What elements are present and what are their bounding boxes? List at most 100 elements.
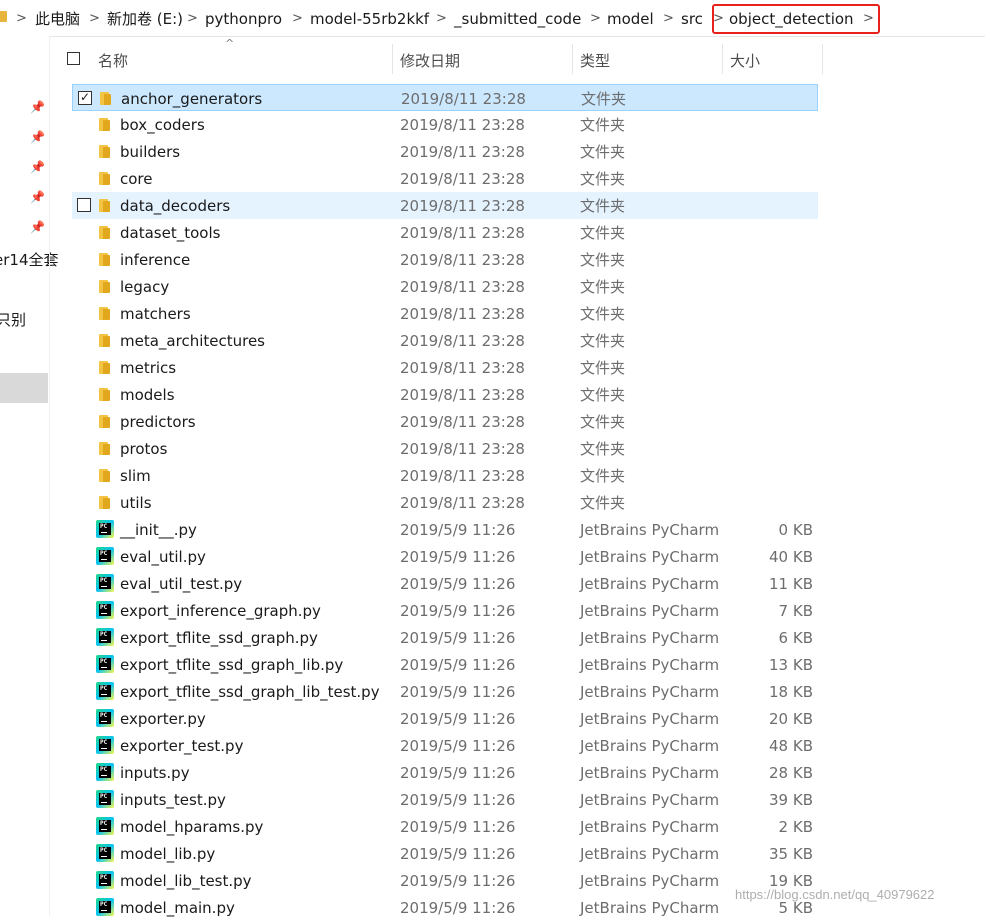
file-row[interactable]: PC __init__.py 2019/5/9 11:26 JetBrains PyC… (72, 516, 818, 543)
column-header-bar: ^ 名称 修改日期 类型 大小 (50, 36, 985, 82)
file-modified-date: 2019/8/11 23:28 (400, 224, 525, 242)
pin-icon[interactable]: 📌 (30, 130, 45, 144)
address-bar[interactable]: > 此电脑 > 新加卷 (E:) > pythonpro > model-55r… (0, 0, 985, 37)
file-row[interactable]: PC model_lib.py 2019/5/9 11:26 JetBrains Py… (72, 840, 818, 867)
file-size: 13 KB (769, 656, 813, 674)
chevron-right-icon[interactable]: > (292, 8, 303, 30)
folder-row[interactable]: meta_architectures 2019/8/11 23:28 文件夹 (72, 327, 818, 354)
breadcrumb-model-55rb2kkf[interactable]: model-55rb2kkf (310, 8, 429, 30)
folder-row[interactable]: data_decoders 2019/8/11 23:28 文件夹 (72, 192, 818, 219)
folder-row[interactable]: ✓ anchor_generators 2019/8/11 23:28 文件夹 (72, 84, 818, 111)
folder-icon (99, 468, 111, 483)
select-all-checkbox[interactable] (67, 52, 80, 65)
file-size: 40 KB (769, 548, 813, 566)
folder-row[interactable]: box_coders 2019/8/11 23:28 文件夹 (72, 111, 818, 138)
file-modified-date: 2019/5/9 11:26 (400, 602, 516, 620)
row-checkbox[interactable] (77, 198, 91, 212)
folder-icon (99, 279, 111, 294)
folder-row[interactable]: legacy 2019/8/11 23:28 文件夹 (72, 273, 818, 300)
breadcrumb-pythonpro[interactable]: pythonpro (205, 8, 282, 30)
file-name: model_main.py (120, 899, 235, 917)
pin-icon[interactable]: 📌 (30, 190, 45, 204)
column-divider[interactable] (392, 44, 393, 74)
folder-row[interactable]: metrics 2019/8/11 23:28 文件夹 (72, 354, 818, 381)
folder-row[interactable]: models 2019/8/11 23:28 文件夹 (72, 381, 818, 408)
watermark: https://blog.csdn.net/qq_40979622 (735, 887, 935, 902)
file-name: protos (120, 440, 168, 458)
file-row[interactable]: PC inputs.py 2019/5/9 11:26 JetBrains PyCha… (72, 759, 818, 786)
chevron-right-icon[interactable]: > (187, 8, 198, 30)
chevron-right-icon[interactable]: > (16, 8, 27, 30)
file-modified-date: 2019/8/11 23:28 (400, 116, 525, 134)
row-checkbox[interactable]: ✓ (78, 90, 92, 105)
nav-item[interactable]: 只别 (0, 309, 26, 330)
folder-row[interactable]: utils 2019/8/11 23:28 文件夹 (72, 489, 818, 516)
column-divider[interactable] (822, 44, 823, 74)
file-row[interactable]: PC export_inference_graph.py 2019/5/9 11:2… (72, 597, 818, 624)
folder-row[interactable]: dataset_tools 2019/8/11 23:28 文件夹 (72, 219, 818, 246)
folder-row[interactable]: matchers 2019/8/11 23:28 文件夹 (72, 300, 818, 327)
file-size (722, 493, 813, 513)
pycharm-file-icon: PC (96, 763, 114, 781)
column-divider[interactable] (722, 44, 723, 74)
pin-icon[interactable]: 📌 (30, 220, 45, 234)
chevron-right-icon[interactable]: > (663, 8, 674, 30)
file-row[interactable]: PC exporter.py 2019/5/9 11:26 JetBrains PyC… (72, 705, 818, 732)
folder-row[interactable]: protos 2019/8/11 23:28 文件夹 (72, 435, 818, 462)
file-name: anchor_generators (121, 90, 263, 108)
pin-icon[interactable]: 📌 (30, 100, 45, 114)
file-size (722, 412, 813, 432)
file-size (722, 304, 813, 324)
file-name: export_tflite_ssd_graph.py (120, 629, 318, 647)
folder-row[interactable]: inference 2019/8/11 23:28 文件夹 (72, 246, 818, 273)
file-type: JetBrains PyCharm (580, 737, 720, 755)
file-row[interactable]: PC export_tflite_ssd_graph.py 2019/5/9 11:… (72, 624, 818, 651)
breadcrumb-drive-e[interactable]: 新加卷 (E:) (107, 8, 183, 30)
file-size (722, 142, 813, 162)
file-row[interactable]: PC model_main.py 2019/5/9 11:26 JetBrains P… (72, 894, 818, 921)
pycharm-logo-icon: PC (99, 685, 111, 697)
folder-icon (99, 225, 111, 240)
pycharm-file-icon: PC (96, 547, 114, 565)
chevron-right-icon[interactable]: > (436, 8, 447, 30)
file-row[interactable]: PC inputs_test.py 2019/5/9 11:26 JetBrains … (72, 786, 818, 813)
column-header-type[interactable]: 类型 (580, 50, 610, 71)
file-type: 文件夹 (580, 305, 626, 323)
chevron-right-icon[interactable]: > (590, 8, 601, 30)
file-row[interactable]: PC model_hparams.py 2019/5/9 11:26 JetBrain… (72, 813, 818, 840)
file-row[interactable]: PC eval_util.py 2019/5/9 11:26 JetBrains Py… (72, 543, 818, 570)
column-header-size[interactable]: 大小 (730, 50, 760, 71)
column-header-date[interactable]: 修改日期 (400, 50, 460, 71)
file-type: 文件夹 (580, 197, 626, 215)
file-modified-date: 2019/5/9 11:26 (400, 710, 516, 728)
file-size (722, 385, 813, 405)
file-row[interactable]: PC eval_util_test.py 2019/5/9 11:26 JetBrai… (72, 570, 818, 597)
breadcrumb-submitted-code[interactable]: _submitted_code (454, 8, 581, 30)
breadcrumb-src[interactable]: src (681, 8, 703, 30)
pycharm-logo-icon: PC (99, 712, 111, 724)
nav-item-selected[interactable] (0, 373, 48, 403)
column-header-name[interactable]: 名称 (98, 50, 128, 71)
folder-icon (99, 252, 111, 267)
file-type: 文件夹 (580, 386, 626, 404)
pin-icon[interactable]: 📌 (30, 160, 45, 174)
file-row[interactable]: PC export_tflite_ssd_graph_lib_test.py 201… (72, 678, 818, 705)
file-modified-date: 2019/5/9 11:26 (400, 899, 516, 917)
pycharm-logo-icon: PC (99, 631, 111, 643)
column-divider[interactable] (572, 44, 573, 74)
folder-row[interactable]: slim 2019/8/11 23:28 文件夹 (72, 462, 818, 489)
folder-row[interactable]: core 2019/8/11 23:28 文件夹 (72, 165, 818, 192)
file-row[interactable]: PC model_lib_test.py 2019/5/9 11:26 JetBrai… (72, 867, 818, 894)
file-row[interactable]: PC export_tflite_ssd_graph_lib.py 2019/5/9… (72, 651, 818, 678)
file-modified-date: 2019/8/11 23:28 (400, 332, 525, 350)
file-size: 39 KB (769, 791, 813, 809)
breadcrumb-this-pc[interactable]: 此电脑 (35, 8, 80, 30)
folder-row[interactable]: builders 2019/8/11 23:28 文件夹 (72, 138, 818, 165)
file-name: utils (120, 494, 152, 512)
file-row[interactable]: PC exporter_test.py 2019/5/9 11:26 JetBrain… (72, 732, 818, 759)
chevron-right-icon[interactable]: > (89, 8, 100, 30)
breadcrumb-model[interactable]: model (607, 8, 654, 30)
file-modified-date: 2019/5/9 11:26 (400, 845, 516, 863)
file-type: 文件夹 (580, 170, 626, 188)
folder-row[interactable]: predictors 2019/8/11 23:28 文件夹 (72, 408, 818, 435)
